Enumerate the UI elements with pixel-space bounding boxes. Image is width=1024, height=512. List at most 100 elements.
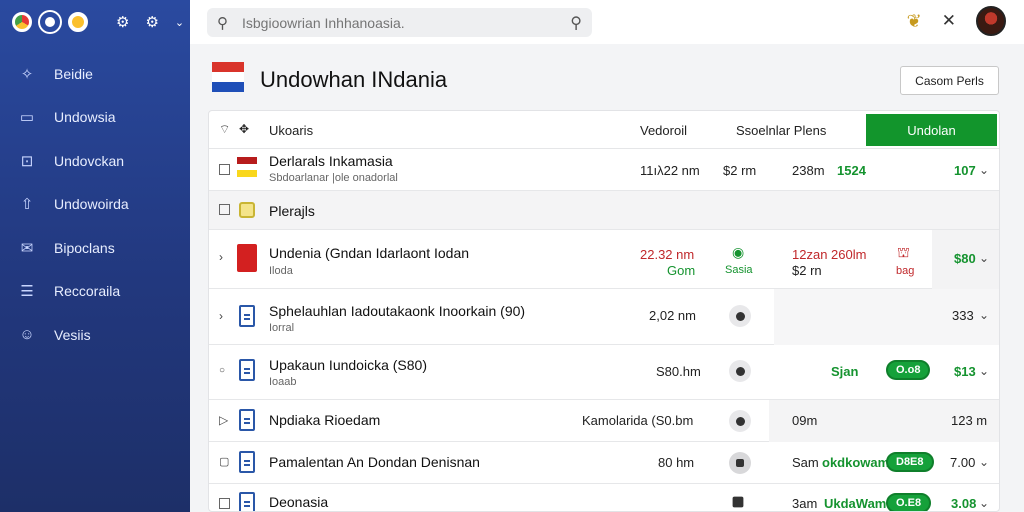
sidebar-nav: ✧ Beidie ▭ Undowsia ⊡ Undovckan ⇧ Undowoirda…	[0, 52, 190, 357]
value-dropdown[interactable]: 333	[952, 308, 974, 323]
search-bar[interactable]: ⚲ ⚲	[207, 8, 592, 37]
file-name[interactable]: Deonasia	[269, 494, 328, 510]
status-text: Sjan	[831, 364, 859, 379]
sidebar-item-label: Undovckan	[54, 152, 125, 169]
row-checkbox[interactable]	[219, 204, 230, 215]
search-input[interactable]	[242, 14, 571, 31]
settings-alt-icon[interactable]: ⚙	[145, 13, 158, 31]
sidebar-toolbar: ⚙ ⚙ ⌄	[0, 0, 190, 44]
value-dropdown[interactable]: $13	[954, 364, 976, 379]
sidebar-item-beidie[interactable]: ✧ Beidie	[0, 52, 190, 96]
sidebar-item-reccoraila[interactable]: ☰ Reccoraila	[0, 270, 190, 314]
file-meta: 09m	[792, 413, 818, 428]
status-text: UkdaWam	[824, 496, 887, 511]
table-row[interactable]: ▷ Npdiaka Rioedam Kamolarida (S0.bm 09m …	[209, 400, 999, 442]
table-row[interactable]: ○ Upakaun Iundoicka (S80) Ioaab S80.hm S…	[209, 345, 999, 400]
chevron-down-icon[interactable]: ⌄	[979, 251, 989, 265]
table-row[interactable]: Plerajls	[209, 191, 999, 230]
extension-icon[interactable]: ❦	[907, 11, 922, 32]
file-meta: 238m	[792, 163, 825, 178]
value-dropdown[interactable]: 3.08	[951, 496, 976, 511]
status-badge: O.o8	[886, 360, 931, 380]
chevron-down-icon[interactable]: ⌄	[979, 455, 989, 469]
table-row[interactable]: ▢ Pamalentan An Dondan Denisnan 80 hm Sa…	[209, 442, 999, 484]
sub-status: Gom	[667, 263, 696, 278]
primary-action-button[interactable]: Undolan	[866, 114, 997, 146]
file-name[interactable]: Derlarals Inkamasia	[269, 153, 393, 169]
value-dropdown[interactable]: $80	[954, 251, 976, 266]
date-text: 12zan 260lm	[792, 247, 867, 262]
chrome-logo-icon[interactable]	[12, 12, 32, 32]
record-icon[interactable]	[40, 12, 60, 32]
file-size: 80 hm	[658, 455, 695, 470]
status-dot-icon: ◉	[732, 244, 745, 260]
expand-icon[interactable]: ▢	[219, 455, 229, 468]
table-row[interactable]: Derlarals Inkamasia Sbdoarlanar |ole ona…	[209, 149, 999, 191]
status-toggle[interactable]	[729, 360, 751, 382]
expand-icon[interactable]: ›	[219, 250, 223, 264]
value-dropdown[interactable]: 7.00	[950, 455, 975, 470]
chevron-down-icon[interactable]: ⌄	[979, 163, 989, 177]
file-name[interactable]: Sphelauhlan Iadoutakaonk Inoorkain (90)	[269, 303, 525, 319]
column-header-size[interactable]: Vedoroil	[640, 123, 687, 138]
sidebar-item-vesiis[interactable]: ☺ Vesiis	[0, 313, 190, 357]
sidebar-item-undowoirda[interactable]: ⇧ Undowoirda	[0, 183, 190, 227]
sidebar-item-undowsia[interactable]: ▭ Undowsia	[0, 96, 190, 140]
status-text: 1524	[837, 163, 866, 178]
value-text: 123 m	[951, 413, 988, 428]
file-meta: Sam	[792, 455, 819, 470]
row-checkbox[interactable]	[219, 164, 230, 175]
status-toggle[interactable]	[732, 496, 744, 508]
chevron-down-icon[interactable]: ⌄	[979, 364, 989, 378]
chevron-down-icon[interactable]: ⌄	[175, 16, 184, 29]
status-toggle[interactable]	[729, 410, 751, 432]
row-checkbox[interactable]	[219, 498, 230, 509]
size-text: 22.32 nm	[640, 247, 695, 262]
chevron-down-icon[interactable]: ⌄	[979, 308, 989, 322]
column-header-name[interactable]: Ukoaris	[269, 123, 313, 138]
document-icon	[239, 305, 255, 327]
status-toggle[interactable]	[729, 305, 751, 327]
info-icon[interactable]: ⌔	[219, 122, 230, 137]
status-text: okdkowam	[822, 455, 890, 470]
sidebar-item-undovckan[interactable]: ⊡ Undovckan	[0, 139, 190, 183]
expand-icon[interactable]: ○	[219, 365, 225, 376]
file-name[interactable]: Upakaun Iundoicka (S80)	[269, 357, 427, 373]
status-badge: O.E8	[886, 493, 932, 511]
file-name[interactable]: Undenia (Gndan Idarlaont Iodan	[269, 245, 469, 261]
alert-icon: ⛫	[897, 244, 910, 260]
list-icon: ☰	[20, 283, 34, 301]
sidebar-item-bipoclans[interactable]: ✉ Bipoclans	[0, 226, 190, 270]
app-logo-icon[interactable]	[68, 12, 88, 32]
chevron-down-icon[interactable]: ⌄	[979, 496, 989, 510]
document-icon	[239, 451, 255, 473]
column-header-status[interactable]: Ssoelnlar Plens	[736, 123, 826, 138]
file-cost: $2 rm	[723, 163, 757, 178]
file-cost: $2 rn	[792, 263, 822, 278]
table-row[interactable]: Deonasia 3am UkdaWam O.E8 3.08 ⌄	[209, 484, 999, 511]
expand-icon[interactable]: ›	[219, 309, 223, 323]
close-icon[interactable]: ✕	[942, 11, 956, 31]
document-icon	[239, 409, 255, 431]
file-size: 11ıλ22 nm	[640, 163, 700, 178]
group-name[interactable]: Plerajls	[269, 203, 315, 219]
value-dropdown[interactable]: 107	[954, 163, 976, 178]
document-icon	[239, 492, 255, 511]
avatar[interactable]	[976, 6, 1006, 36]
sort-icon[interactable]: ✥	[239, 122, 249, 136]
page-header: Undowhan INdania Casom Perls	[190, 48, 1024, 106]
table-row[interactable]: › Undenia (Gndan Idarlaont Iodan Iloda 2…	[209, 230, 999, 289]
search-icon[interactable]: ⚲	[570, 13, 582, 33]
file-meta: 3am	[792, 496, 818, 511]
table-row[interactable]: › Sphelauhlan Iadoutakaonk Inoorkain (90…	[209, 289, 999, 345]
header-action-button[interactable]: Casom Perls	[900, 66, 999, 95]
page-title: Undowhan INdania	[260, 67, 448, 92]
file-name[interactable]: Npdiaka Rioedam	[269, 412, 380, 428]
expand-icon[interactable]: ▷	[219, 413, 228, 427]
status-toggle[interactable]	[729, 452, 751, 474]
gear-icon[interactable]: ⚙	[116, 13, 129, 31]
top-bar: ⚲ ⚲ ❦ ✕	[190, 0, 1024, 44]
file-name[interactable]: Pamalentan An Dondan Denisnan	[269, 454, 480, 470]
file-size: Kamolarida (S0.bm	[582, 413, 694, 428]
file-subtitle: Sbdoarlanar |ole onadorlal	[269, 172, 398, 184]
